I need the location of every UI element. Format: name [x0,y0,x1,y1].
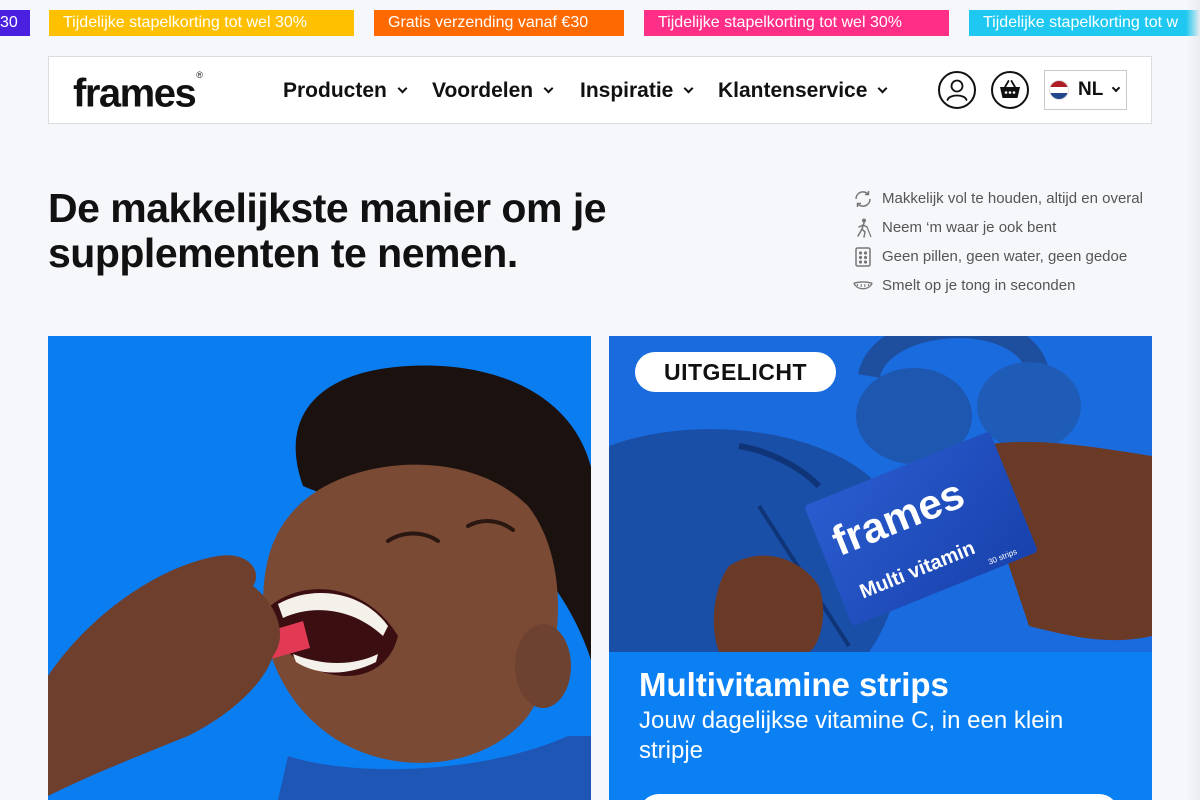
chevron-down-icon [1112,83,1121,93]
chevron-down-icon [397,83,408,94]
refill-icon [855,190,871,207]
walking-icon [857,218,872,238]
benefit-list: Makkelijk vol te houden, altijd en overa… [852,184,1152,300]
product-title: Multivitamine strips [639,666,949,703]
benefit-text: Geen pillen, geen water, geen gedoe [882,248,1128,265]
promo-item: Tijdelijke stapelkorting tot wel 30% [49,10,354,36]
site-header: frames® Producten Voordelen Inspiratie K… [48,56,1152,124]
chevron-down-icon [543,83,554,94]
brand-logo[interactable]: frames® [73,69,203,113]
chevron-down-icon [877,83,888,94]
product-subtitle: Jouw dagelijkse vitamine C, in een klein… [639,707,1064,764]
promo-ticker: 30 Tijdelijke stapelkorting tot wel 30% … [0,10,1200,36]
benefit-item: Makkelijk vol te houden, altijd en overa… [852,184,1152,213]
hero-title: De makkelijkste manier om je supplemente… [48,185,607,276]
person-eating-strip-illustration [48,336,591,800]
basket-icon [1000,80,1020,98]
tongue-icon [853,280,873,289]
language-selector[interactable]: NL [1044,70,1127,110]
benefit-text: Smelt op je tong in seconden [882,277,1076,294]
hero-lifestyle-image [48,336,591,800]
nav-item-klantenservice[interactable]: Klantenservice [718,79,888,103]
account-button[interactable] [938,71,976,109]
nav-label: Klantenservice [718,79,868,102]
promo-item: Gratis verzending vanaf €30 [374,10,624,36]
benefit-item: Neem ‘m waar je ook bent [852,213,1152,242]
chevron-down-icon [683,83,694,94]
netherlands-flag-icon [1049,80,1069,100]
featured-badge: UITGELICHT [635,352,836,392]
benefit-item: Geen pillen, geen water, geen gedoe [852,242,1152,271]
language-code: NL [1078,79,1104,100]
nav-label: Inspiratie [580,79,674,102]
product-cta-button[interactable] [639,794,1119,800]
nav-label: Producten [283,79,387,102]
page-edge-shadow [1186,0,1200,800]
nav-item-producten[interactable]: Producten [283,79,408,103]
cart-button[interactable] [991,71,1029,109]
nav-item-voordelen[interactable]: Voordelen [432,79,554,103]
benefit-text: Neem ‘m waar je ook bent [882,219,1057,236]
promo-item: Tijdelijke stapelkorting tot wel 30% [644,10,949,36]
nav-item-inspiratie[interactable]: Inspiratie [580,79,694,103]
featured-product-card[interactable]: frames Multi vitamin 30 strips UITGELICH… [609,336,1152,800]
user-icon [946,79,968,101]
nav-label: Voordelen [432,79,534,102]
promo-item: 30 [0,10,30,36]
benefit-item: Smelt op je tong in seconden [852,271,1152,300]
pills-icon [855,246,871,267]
benefit-text: Makkelijk vol te houden, altijd en overa… [882,190,1143,207]
promo-item: Tijdelijke stapelkorting tot w [969,10,1200,36]
